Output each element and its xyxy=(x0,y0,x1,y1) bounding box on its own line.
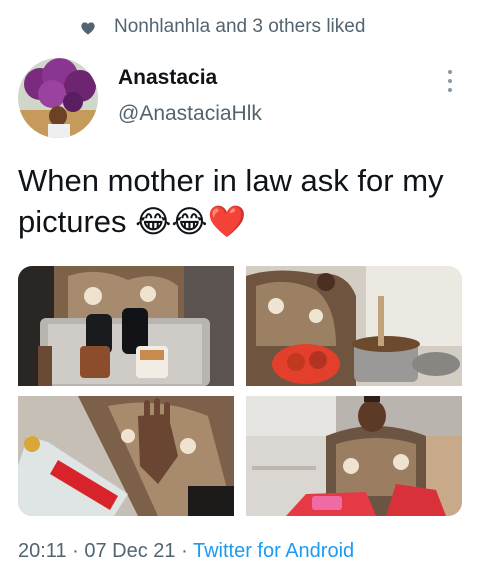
avatar[interactable] xyxy=(18,58,98,138)
meta-separator: · xyxy=(175,540,193,562)
meta-separator: · xyxy=(66,540,85,562)
author-handle[interactable]: @AnastaciaHlk xyxy=(118,102,262,126)
photo-bottle-hand xyxy=(18,396,234,516)
photo-3[interactable] xyxy=(18,396,234,516)
tweet-time[interactable]: 20:11 xyxy=(18,540,67,562)
social-context-text: Nonhlanhla and 3 others liked xyxy=(114,16,366,37)
heart-icon xyxy=(81,22,95,35)
photo-cooking-pot xyxy=(246,266,462,386)
photo-2[interactable] xyxy=(246,266,462,386)
avatar-image xyxy=(18,58,98,138)
tweet-text: When mother in law ask for my pictures 😂… xyxy=(18,163,444,239)
photo-1[interactable] xyxy=(18,266,234,386)
photo-tray-mugs xyxy=(18,266,234,386)
tweet-source-link[interactable]: Twitter for Android xyxy=(193,540,354,562)
tweet-meta: 20:11 · 07 Dec 21 · Twitter for Android xyxy=(18,540,354,563)
tweet-date[interactable]: 07 Dec 21 xyxy=(84,540,175,562)
more-options-icon[interactable] xyxy=(440,68,460,94)
photo-4[interactable] xyxy=(246,396,462,516)
photo-smiling-woman xyxy=(246,396,462,516)
author-name[interactable]: Anastacia xyxy=(118,66,217,90)
